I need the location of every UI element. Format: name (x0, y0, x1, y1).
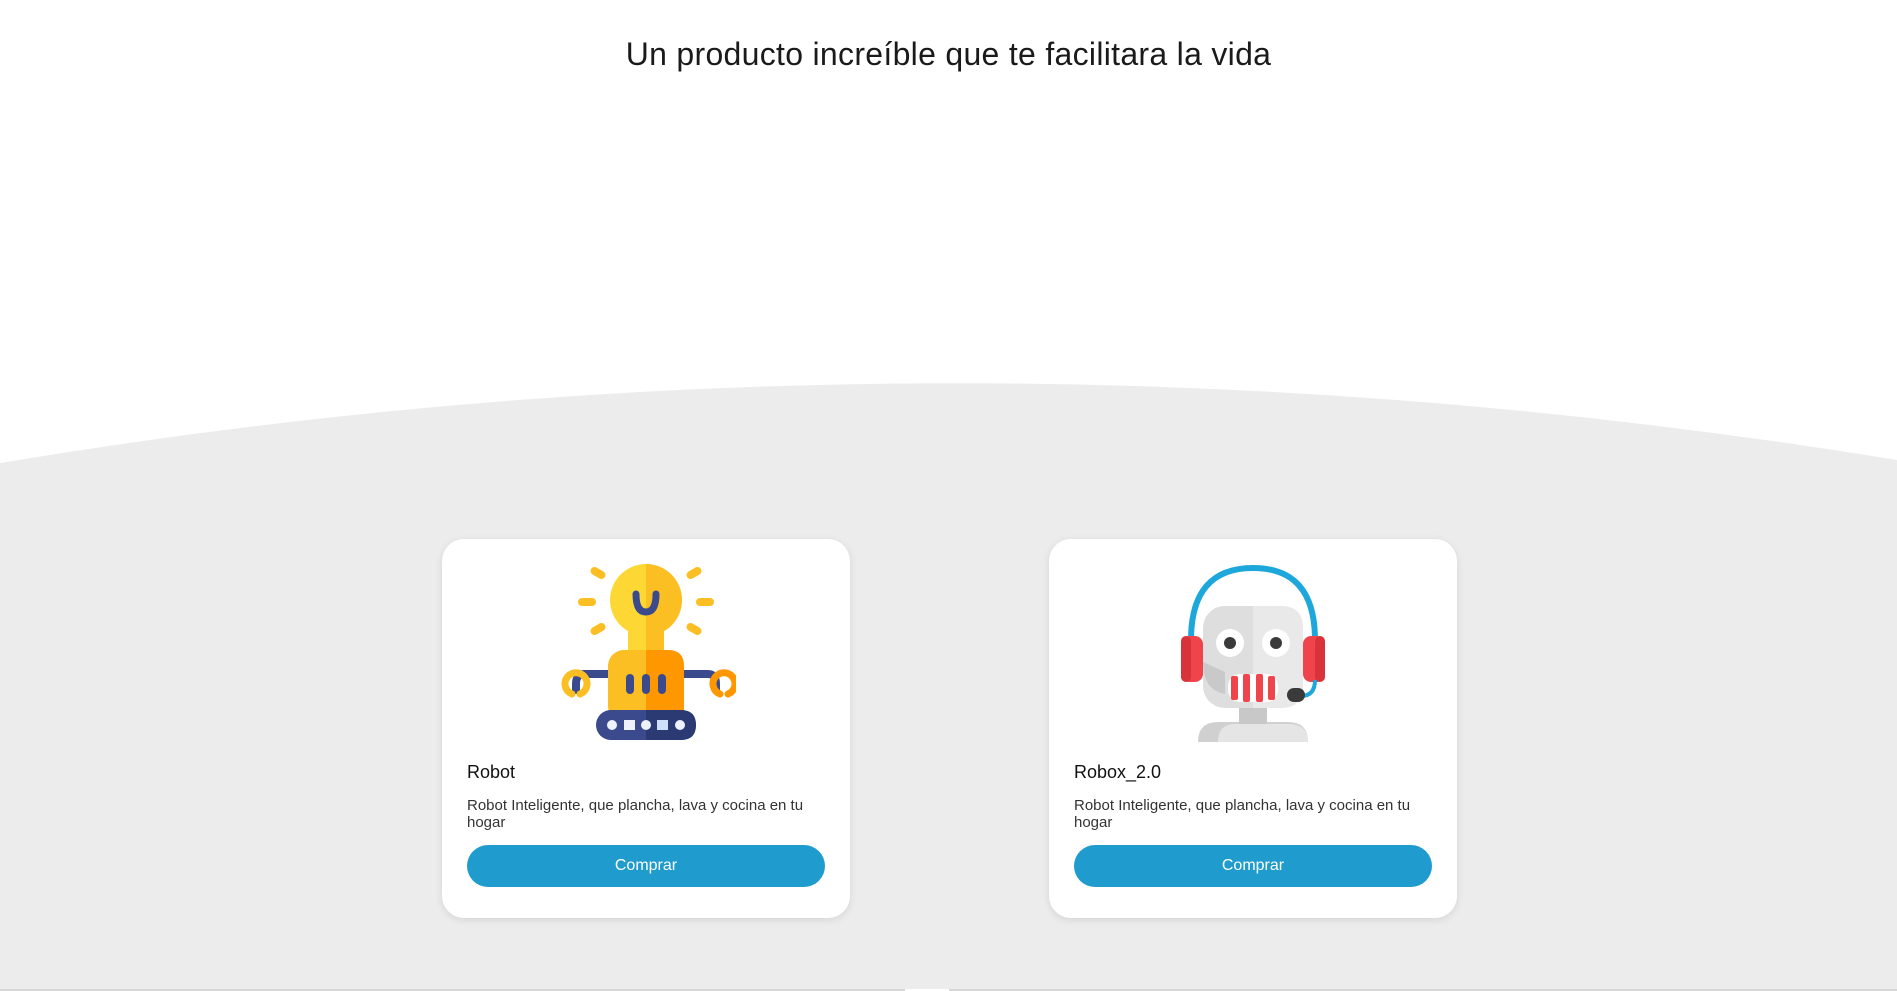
product-card: Robox_2.0 Robot Inteligente, que plancha… (1049, 539, 1457, 918)
page-title: Un producto increíble que te facilitara … (625, 36, 1272, 72)
lightbulb-robot-icon (556, 562, 736, 742)
headset-robot-icon (1163, 562, 1343, 742)
buy-button[interactable]: Comprar (1074, 845, 1432, 887)
product-description: Robot Inteligente, que plancha, lava y c… (467, 797, 804, 831)
product-title: Robox_2.0 (1074, 762, 1162, 782)
buy-button[interactable]: Comprar (467, 845, 825, 887)
product-card: Robot Robot Inteligente, que plancha, la… (442, 539, 850, 918)
product-description: Robot Inteligente, que plancha, lava y c… (1074, 797, 1411, 831)
product-title: Robot (467, 762, 516, 782)
curved-section-background (0, 383, 1897, 991)
